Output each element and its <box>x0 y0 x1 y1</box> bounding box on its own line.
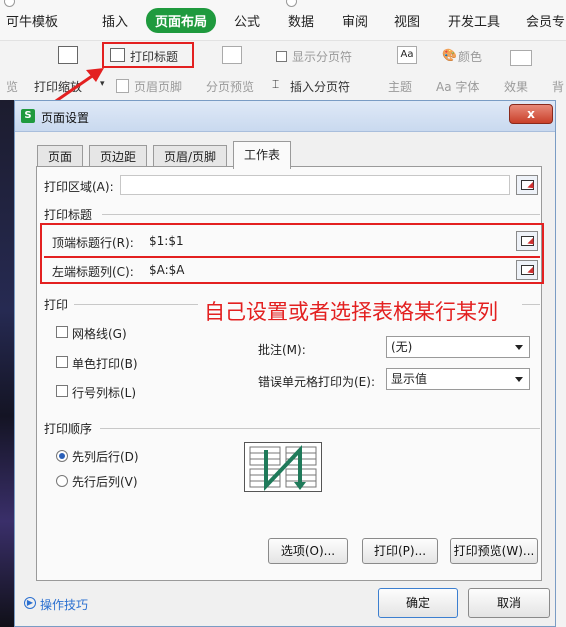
tab-margins[interactable]: 页边距 <box>89 145 148 168</box>
chevron-down-icon <box>515 345 523 350</box>
print-titles-group-label: 打印标题 <box>44 208 93 222</box>
dialog-titlebar[interactable]: S 页面设置 x <box>15 101 555 132</box>
over-then-down-label: 先行后列(V) <box>72 475 138 489</box>
print-group-divider-right <box>522 304 540 305</box>
errors-value: 显示值 <box>391 372 428 386</box>
cancel-button[interactable]: 取消 <box>468 588 550 618</box>
tips-link[interactable]: 操作技巧 <box>40 596 88 613</box>
tab-page[interactable]: 页面 <box>37 145 84 168</box>
print-preview-button[interactable]: 打印预览(W)... <box>450 538 538 564</box>
annotation-text: 自己设置或者选择表格某行某列 <box>204 300 498 324</box>
dialog-title: 页面设置 <box>41 111 90 125</box>
top-rows-input[interactable]: $1:$1 <box>144 231 510 251</box>
top-rows-picker-icon[interactable] <box>516 231 538 251</box>
print-group-divider <box>74 304 198 305</box>
print-area-label: 打印区域(A): <box>44 180 114 194</box>
top-rows-label: 顶端标题行(R): <box>52 236 134 250</box>
left-cols-input[interactable]: $A:$A <box>144 260 510 280</box>
down-then-over-radio[interactable] <box>56 450 68 462</box>
black-white-label: 单色打印(B) <box>72 357 138 371</box>
errors-select[interactable]: 显示值 <box>386 368 530 390</box>
tab-sheet[interactable]: 工作表 <box>233 141 292 169</box>
print-order-divider <box>100 428 540 429</box>
ok-button[interactable]: 确定 <box>378 588 458 618</box>
comments-label: 批注(M): <box>258 343 306 357</box>
gridlines-checkbox[interactable] <box>56 326 68 338</box>
tab-header-footer[interactable]: 页眉/页脚 <box>153 145 228 168</box>
title-rows-separator <box>44 256 540 258</box>
print-button[interactable]: 打印(P)... <box>362 538 438 564</box>
down-then-over-label: 先列后行(D) <box>72 450 139 464</box>
row-col-headers-label: 行号列标(L) <box>72 386 137 400</box>
print-titles-divider <box>102 214 540 215</box>
black-white-checkbox[interactable] <box>56 356 68 368</box>
comments-select[interactable]: (无) <box>386 336 530 358</box>
options-button[interactable]: 选项(O)... <box>268 538 348 564</box>
print-area-picker-icon[interactable] <box>516 175 538 195</box>
comments-value: (无) <box>391 340 413 354</box>
left-cols-label: 左端标题列(C): <box>52 265 134 279</box>
close-button[interactable]: x <box>509 104 553 124</box>
left-cols-picker-icon[interactable] <box>516 260 538 280</box>
gridlines-label: 网格线(G) <box>72 327 127 341</box>
over-then-down-radio[interactable] <box>56 475 68 487</box>
row-col-headers-checkbox[interactable] <box>56 385 68 397</box>
errors-label: 错误单元格打印为(E): <box>258 375 375 389</box>
chevron-down-icon <box>515 377 523 382</box>
print-order-group-label: 打印顺序 <box>44 422 93 436</box>
tips-icon: ▶ <box>24 597 36 609</box>
print-group-label: 打印 <box>44 298 69 312</box>
print-area-input[interactable] <box>120 175 510 195</box>
print-order-preview-icon <box>244 442 322 492</box>
wps-app-icon: S <box>21 109 35 123</box>
